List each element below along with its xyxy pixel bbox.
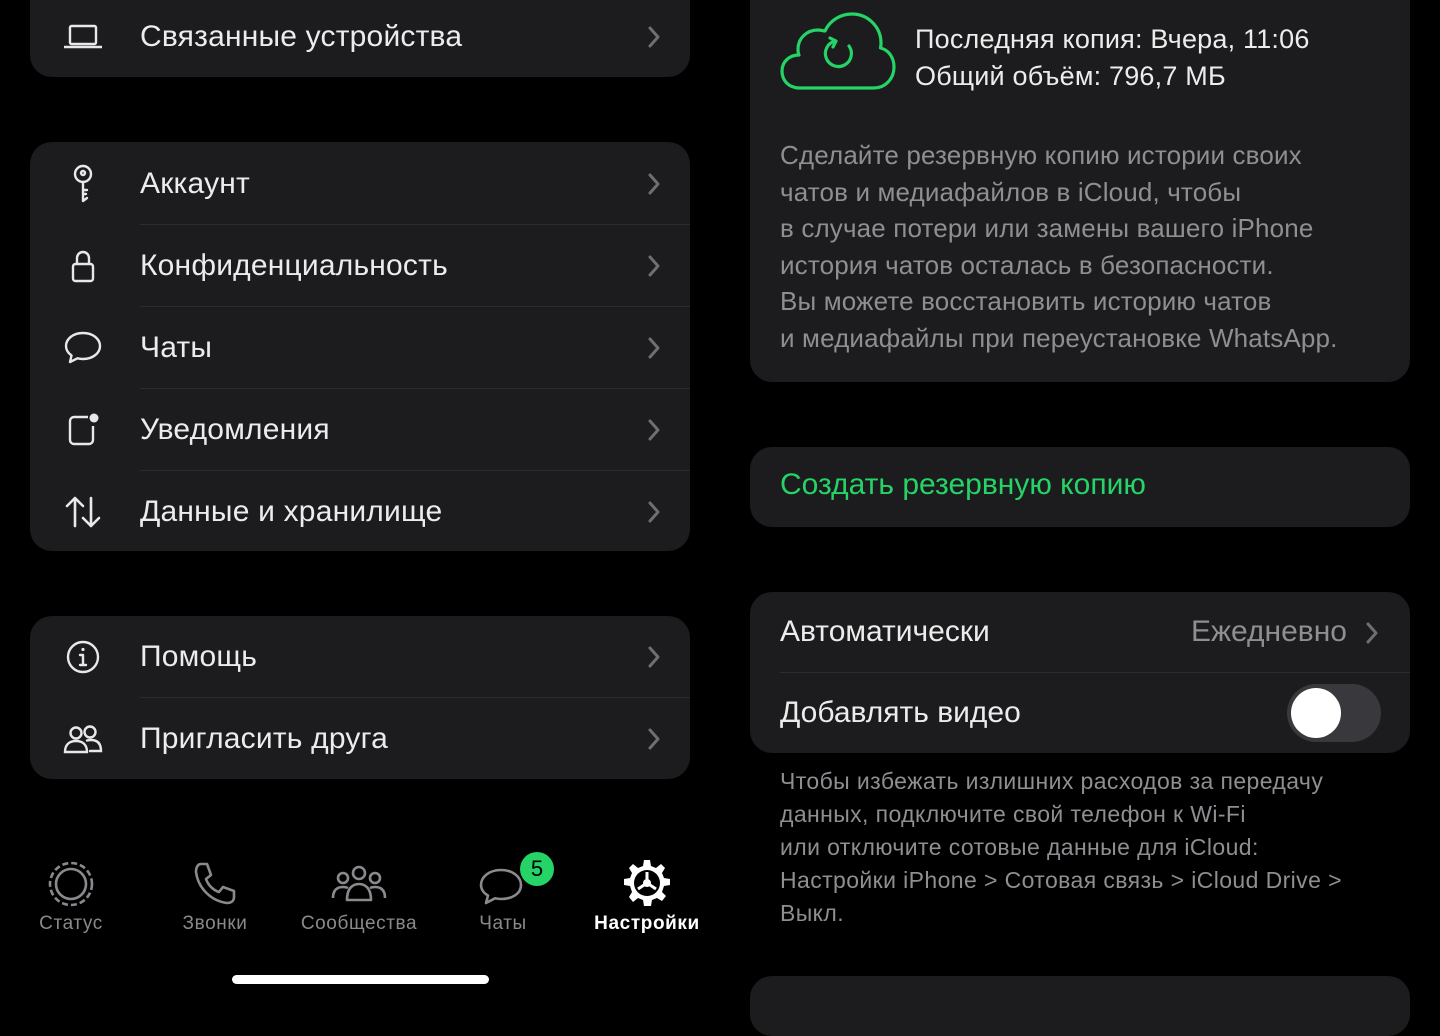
settings-item-notifications[interactable]: Уведомления: [30, 390, 690, 470]
people-icon: [62, 718, 104, 760]
tab-chats[interactable]: 5 Чаты: [433, 852, 573, 942]
phone-icon: [194, 862, 236, 905]
divider: [140, 470, 690, 471]
settings-item-data-storage[interactable]: Данные и хранилище: [30, 472, 690, 552]
divider: [140, 697, 690, 698]
footnote-line: Настройки iPhone > Сотовая связь > iClou…: [780, 867, 1342, 893]
gear-icon: [624, 860, 670, 906]
chevron-right-icon: [648, 337, 660, 359]
toggle-knob: [1291, 688, 1341, 738]
tab-label: Статус: [39, 913, 103, 934]
settings-item-label: Уведомления: [140, 413, 330, 446]
settings-item-linked-devices[interactable]: Связанные устройства: [30, 0, 690, 77]
settings-group-main: Аккаунт Конфиденциальность Чаты Уведомле…: [30, 142, 690, 551]
home-indicator: [232, 975, 489, 984]
settings-item-label: Помощь: [140, 640, 258, 673]
divider: [780, 672, 1410, 673]
next-section-panel: [750, 976, 1410, 1036]
settings-item-chats[interactable]: Чаты: [30, 308, 690, 388]
settings-item-label: Чаты: [140, 331, 213, 364]
divider: [140, 224, 690, 225]
settings-item-account[interactable]: Аккаунт: [30, 144, 690, 224]
info-icon: [62, 636, 104, 678]
chevron-right-icon: [648, 728, 660, 750]
divider: [140, 388, 690, 389]
chevron-right-icon: [1366, 622, 1378, 644]
description-line: и медиафайлы при переустановке WhatsApp.: [780, 322, 1338, 353]
settings-item-label: Пригласить друга: [140, 722, 388, 755]
tab-status[interactable]: Статус: [1, 852, 141, 942]
settings-item-label: Конфиденциальность: [140, 249, 448, 282]
chat-bubble-icon: [62, 327, 104, 369]
auto-backup-value: Ежедневно: [1190, 615, 1347, 648]
tab-calls[interactable]: Звонки: [145, 852, 285, 942]
data-usage-footnote: Чтобы избежать излишних расходов за пере…: [780, 765, 1400, 930]
settings-item-invite[interactable]: Пригласить друга: [30, 699, 690, 779]
settings-item-label: Аккаунт: [140, 167, 250, 200]
chevron-right-icon: [648, 255, 660, 277]
tab-settings[interactable]: Настройки: [577, 852, 717, 942]
tab-label: Настройки: [594, 913, 700, 934]
description-line: чатов и медиафайлов в iCloud, чтобы: [780, 176, 1242, 207]
lock-icon: [62, 245, 104, 287]
notification-icon: [62, 409, 104, 451]
chevron-right-icon: [648, 501, 660, 523]
cloud-sync-icon: [780, 12, 896, 90]
settings-item-label: Данные и хранилище: [140, 495, 443, 528]
footnote-line: данных, подключите свой телефон к Wi-Fi: [780, 801, 1246, 827]
include-video-toggle[interactable]: [1287, 684, 1381, 742]
auto-backup-label: Автоматически: [780, 615, 990, 648]
tab-label: Сообщества: [300, 913, 418, 934]
unread-badge: 5: [520, 852, 554, 886]
divider: [140, 306, 690, 307]
communities-icon: [331, 865, 387, 902]
description-line: в случае потери или замены вашего iPhone: [780, 213, 1314, 244]
chevron-right-icon: [648, 646, 660, 668]
backup-description: Сделайте резервную копию истории своих ч…: [780, 137, 1390, 357]
last-backup-text: Последняя копия: Вчера, 11:06: [915, 24, 1310, 54]
total-size-text: Общий объём: 796,7 МБ: [915, 61, 1226, 91]
status-ring-icon: [48, 861, 94, 907]
create-backup-button[interactable]: Создать резервную копию: [780, 468, 1146, 502]
up-down-arrows-icon: [62, 491, 104, 533]
settings-item-label: Связанные устройства: [140, 20, 463, 53]
tab-label: Звонки: [182, 913, 248, 934]
chevron-right-icon: [648, 26, 660, 48]
laptop-icon: [62, 16, 104, 58]
settings-item-help[interactable]: Помощь: [30, 617, 690, 697]
description-line: Вы можете восстановить историю чатов: [780, 286, 1272, 317]
description-line: Сделайте резервную копию истории своих: [780, 140, 1302, 170]
footnote-line: Выкл.: [780, 900, 845, 926]
settings-item-privacy[interactable]: Конфиденциальность: [30, 226, 690, 306]
tab-label: Чаты: [479, 913, 527, 934]
footnote-line: Чтобы избежать излишних расходов за пере…: [780, 768, 1324, 794]
key-icon: [62, 163, 104, 205]
footnote-line: или отключите сотовые данные для iCloud:: [780, 834, 1259, 860]
description-line: история чатов осталась в безопасности.: [780, 249, 1274, 280]
settings-group-devices: Связанные устройства: [30, 0, 690, 77]
include-video-label: Добавлять видео: [780, 696, 1021, 729]
settings-group-help: Помощь Пригласить друга: [30, 616, 690, 779]
chevron-right-icon: [648, 419, 660, 441]
tab-communities[interactable]: Сообщества: [289, 852, 429, 942]
chevron-right-icon: [648, 173, 660, 195]
